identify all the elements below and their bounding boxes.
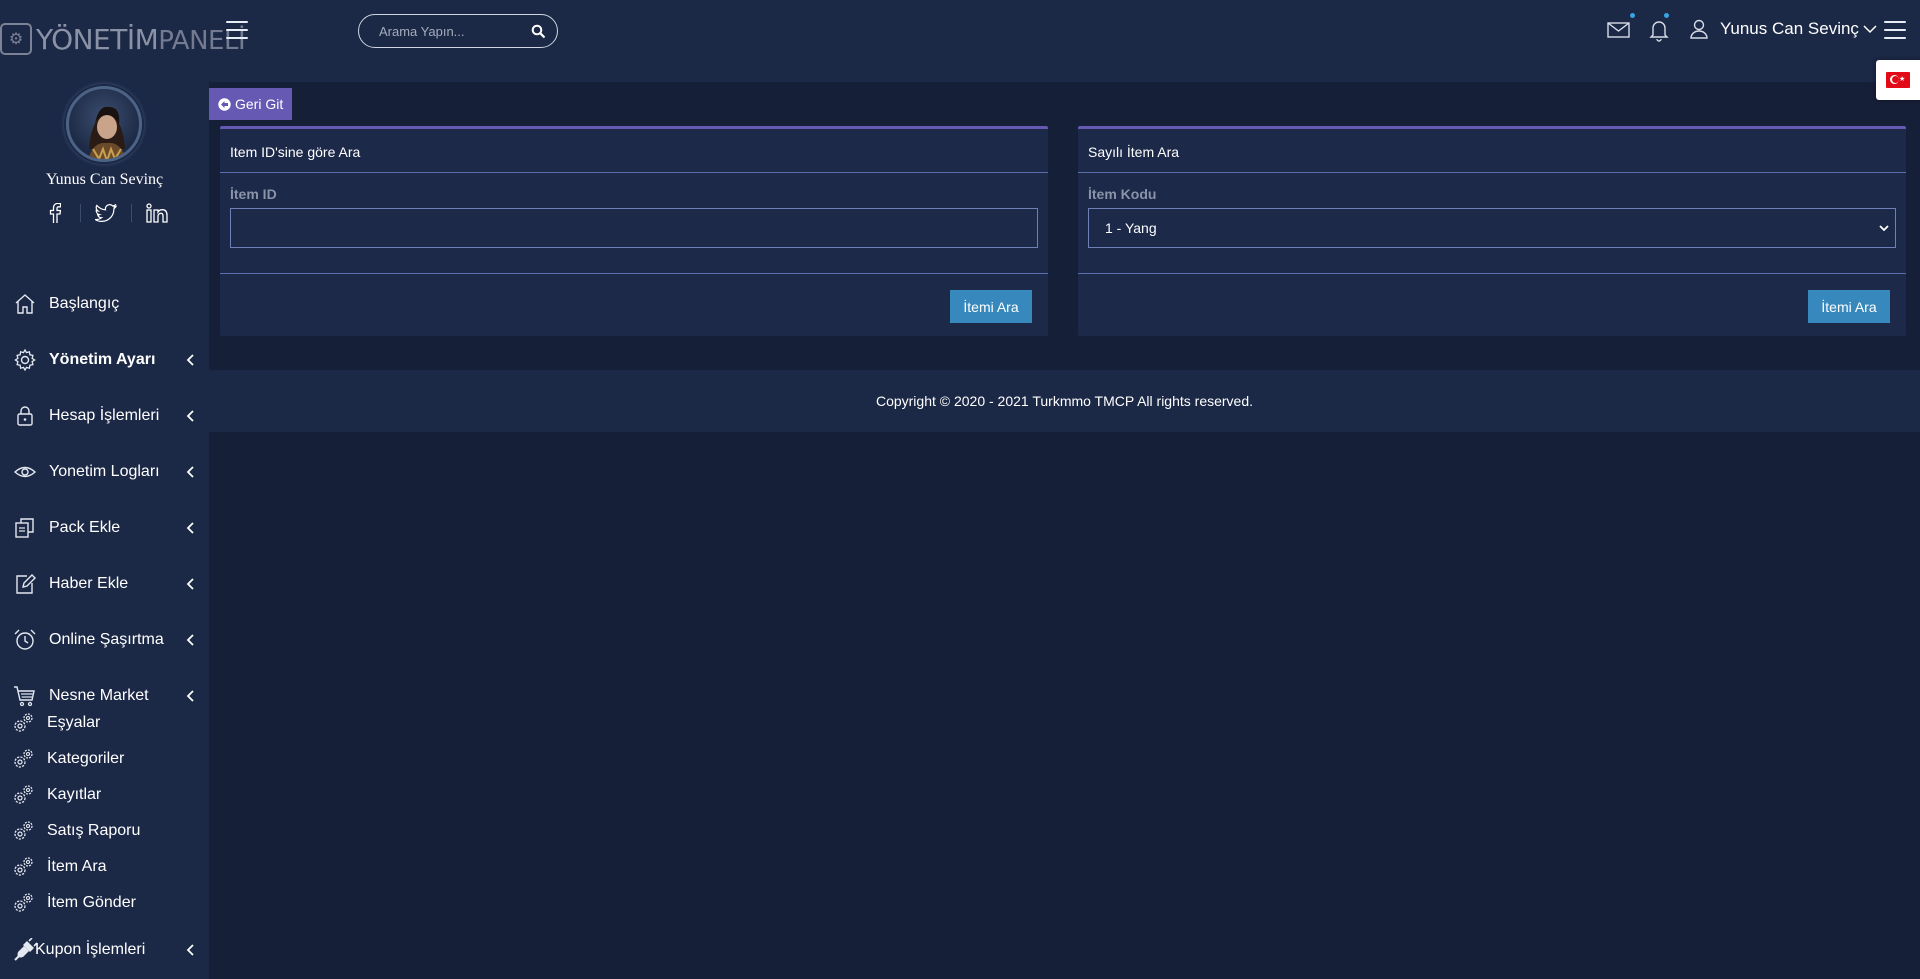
sidebar-subitem-esyalar[interactable]: Eşyalar bbox=[0, 708, 209, 738]
item-id-input[interactable] bbox=[230, 208, 1038, 248]
field-label: İtem Kodu bbox=[1088, 186, 1157, 202]
gears-icon bbox=[14, 893, 33, 912]
sidebar-item-label: Yönetim Ayarı bbox=[49, 351, 156, 368]
card-title: Item ID'sine göre Ara bbox=[230, 144, 361, 160]
brand-logo[interactable]: ⚙ YÖNETİMPANELİ bbox=[0, 22, 246, 56]
sidebar-subitem-label: Satış Raporu bbox=[47, 822, 141, 839]
avatar[interactable] bbox=[66, 86, 142, 162]
gears-icon bbox=[14, 821, 33, 840]
chevron-left-icon bbox=[186, 354, 194, 366]
cart-icon bbox=[14, 686, 35, 707]
field-label: İtem ID bbox=[230, 186, 277, 202]
item-code-select[interactable]: 1 - Yang bbox=[1088, 208, 1896, 248]
search-item-by-code-button[interactable]: İtemi Ara bbox=[1808, 290, 1890, 323]
item-code-selected-value: 1 - Yang bbox=[1105, 220, 1157, 236]
sidebar-item-pack-ekle[interactable]: Pack Ekle bbox=[0, 508, 209, 548]
search-icon[interactable] bbox=[531, 24, 545, 38]
eye-icon bbox=[13, 466, 37, 478]
logo-main-text: YÖNETİM bbox=[36, 22, 159, 56]
lock-icon bbox=[17, 406, 33, 426]
gears-icon bbox=[14, 749, 33, 768]
arrow-circle-left-icon bbox=[218, 97, 231, 111]
social-links bbox=[44, 202, 168, 224]
turkey-flag-icon: ★ bbox=[1886, 72, 1910, 88]
sidebar-item-yonetim-loglari[interactable]: Yonetim Logları bbox=[0, 452, 209, 492]
profile-name: Yunus Can Sevinç bbox=[45, 171, 164, 188]
sidebar-item-haber-ekle[interactable]: Haber Ekle bbox=[0, 564, 209, 604]
sidebar-item-label: Haber Ekle bbox=[49, 575, 129, 592]
sidebar-item-kupon-islemleri[interactable]: Kupon İşlemleri bbox=[0, 930, 209, 970]
chevron-left-icon bbox=[186, 578, 194, 590]
sidebar-item-label: Online Şaşırtma bbox=[49, 631, 164, 648]
back-button-label: Geri Git bbox=[235, 96, 284, 112]
gears-icon bbox=[14, 857, 33, 876]
sidebar-subitem-satis-raporu[interactable]: Satış Raporu bbox=[0, 816, 209, 846]
sidebar-subitem-kayitlar[interactable]: Kayıtlar bbox=[0, 780, 209, 810]
chevron-left-icon bbox=[186, 410, 194, 422]
home-icon bbox=[15, 294, 35, 314]
logo-gear-icon: ⚙ bbox=[0, 23, 32, 55]
mail-icon[interactable] bbox=[1606, 17, 1632, 43]
chevron-left-icon bbox=[186, 522, 194, 534]
bell-icon[interactable] bbox=[1646, 17, 1672, 43]
search-item-by-id-button[interactable]: İtemi Ara bbox=[950, 290, 1032, 323]
sidebar-item-label: Pack Ekle bbox=[49, 519, 121, 536]
bell-notification-dot bbox=[1664, 13, 1669, 18]
search-box bbox=[358, 14, 558, 48]
gears-icon bbox=[14, 713, 33, 732]
sidebar-subitem-label: Eşyalar bbox=[47, 714, 101, 731]
twitter-icon[interactable] bbox=[95, 202, 117, 224]
item-id-search-card: Item ID'sine göre Ara İtem ID İtemi Ara bbox=[220, 126, 1048, 336]
sidebar-item-hesap-islemleri[interactable]: Hesap İşlemleri bbox=[0, 396, 209, 436]
footer: Copyright © 2020 - 2021 Turkmmo TMCP All… bbox=[209, 370, 1920, 432]
chevron-left-icon bbox=[186, 690, 194, 702]
search-input[interactable] bbox=[379, 22, 519, 40]
sidebar-subitem-label: Kategoriler bbox=[47, 750, 125, 767]
sidebar-item-label: Hesap İşlemleri bbox=[49, 407, 160, 424]
sidebar-item-online-sasirtma[interactable]: Online Şaşırtma bbox=[0, 620, 209, 660]
gear-icon bbox=[14, 348, 36, 372]
sidebar-subitem-label: İtem Gönder bbox=[47, 894, 136, 911]
language-switcher[interactable]: ★ bbox=[1876, 60, 1920, 100]
sidebar-item-label: Başlangıç bbox=[49, 295, 120, 312]
copyright-text: Copyright © 2020 - 2021 Turkmmo TMCP All… bbox=[875, 393, 1254, 409]
plug-icon bbox=[14, 938, 37, 961]
sidebar-subitem-item-ara[interactable]: İtem Ara bbox=[0, 852, 209, 882]
chevron-left-icon bbox=[186, 634, 194, 646]
user-icon bbox=[1690, 19, 1708, 39]
chevron-left-icon bbox=[186, 944, 194, 956]
sidebar-subitem-label: Kayıtlar bbox=[47, 786, 102, 803]
sidebar-subitem-kategoriler[interactable]: Kategoriler bbox=[0, 744, 209, 774]
sidebar-item-baslangic[interactable]: Başlangıç bbox=[0, 284, 209, 324]
chevron-left-icon bbox=[186, 466, 194, 478]
alarm-clock-icon bbox=[14, 629, 36, 650]
gears-icon bbox=[14, 785, 33, 804]
user-menu[interactable]: Yunus Can Sevinç bbox=[1688, 16, 1877, 42]
sidebar: Yunus Can Sevinç Başlangıç Yönetim Ayarı… bbox=[0, 82, 209, 979]
sidebar-item-label: Yonetim Logları bbox=[49, 463, 160, 480]
item-code-search-card: Sayılı İtem Ara İtem Kodu 1 - Yang İtemi… bbox=[1078, 126, 1906, 336]
top-header: ⚙ YÖNETİMPANELİ Yunus Can Sevinç bbox=[0, 0, 1920, 82]
sidebar-item-yonetim-ayari[interactable]: Yönetim Ayarı bbox=[0, 340, 209, 380]
mail-notification-dot bbox=[1630, 13, 1635, 18]
sidebar-item-label: Nesne Market bbox=[49, 687, 149, 704]
facebook-icon[interactable] bbox=[44, 202, 66, 224]
card-title: Sayılı İtem Ara bbox=[1088, 144, 1180, 160]
user-name: Yunus Can Sevinç bbox=[1720, 19, 1859, 38]
sidebar-item-label: Kupon İşlemleri bbox=[35, 941, 146, 958]
linkedin-icon[interactable] bbox=[146, 202, 168, 224]
sidebar-toggle-hamburger-icon[interactable] bbox=[226, 21, 248, 39]
right-panel-hamburger-icon[interactable] bbox=[1884, 21, 1906, 39]
edit-icon bbox=[16, 574, 36, 594]
sidebar-subitem-item-gonder[interactable]: İtem Gönder bbox=[0, 888, 209, 918]
sidebar-subitem-label: İtem Ara bbox=[47, 858, 107, 875]
chevron-down-icon bbox=[1863, 25, 1877, 34]
copy-icon bbox=[15, 518, 34, 538]
back-button[interactable]: Geri Git bbox=[209, 88, 292, 120]
chevron-down-icon bbox=[1879, 225, 1889, 232]
